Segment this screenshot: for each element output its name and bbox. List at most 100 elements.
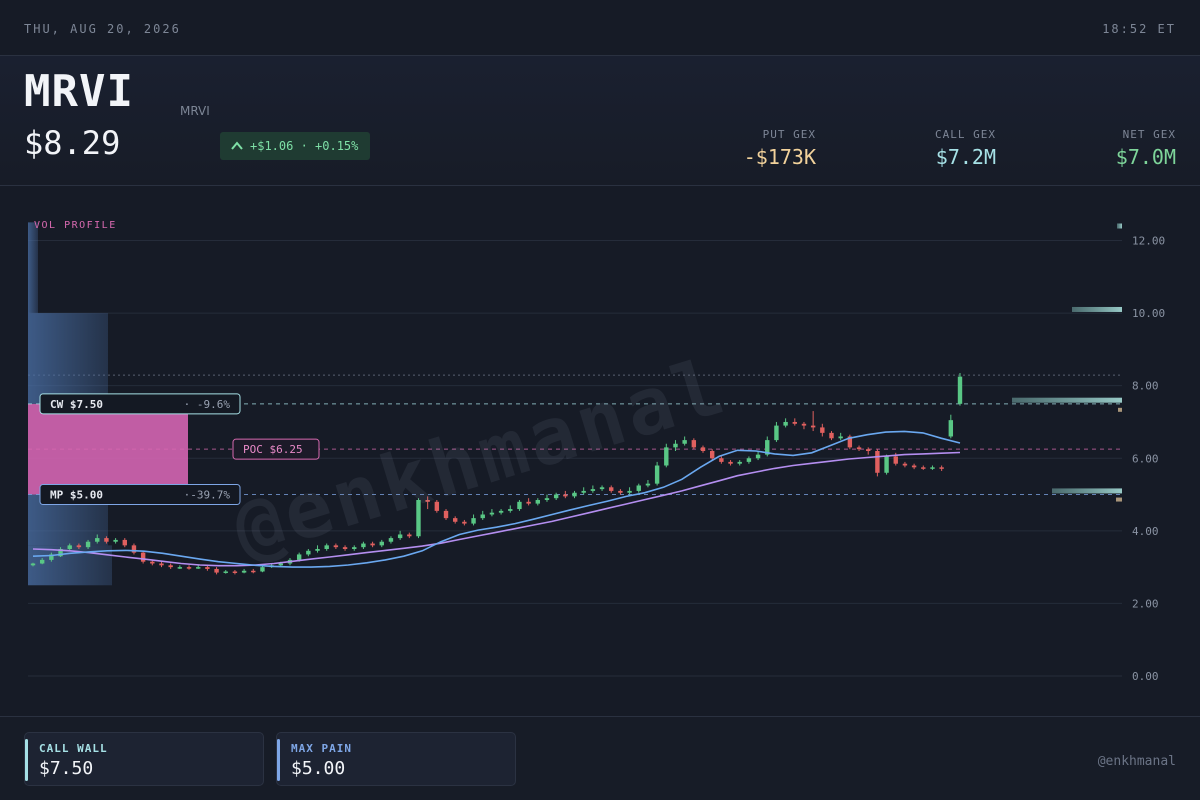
- net-gex-stat: NET GEX $7.0M: [1116, 128, 1176, 169]
- ticker-symbol: MRVI: [24, 66, 134, 117]
- candle: [838, 436, 843, 439]
- y-tick-label: 0.00: [1132, 670, 1159, 683]
- candle: [544, 498, 550, 500]
- poc-tag-text: POC $6.25: [243, 443, 303, 456]
- candle: [196, 567, 201, 569]
- candle: [728, 461, 733, 464]
- candle: [553, 494, 559, 499]
- candle: [884, 456, 889, 473]
- call-wall-value: $7.50: [39, 758, 94, 779]
- candle: [370, 543, 375, 546]
- max-pain-card: MAX PAIN $5.00: [276, 732, 516, 786]
- candle: [489, 512, 495, 515]
- candle: [95, 538, 100, 542]
- candle: [930, 467, 935, 469]
- candle: [104, 538, 109, 542]
- call-wall-tag-text: CW $7.50: [50, 398, 103, 411]
- candle: [232, 571, 238, 573]
- candle: [664, 447, 669, 466]
- put-gex-value: -$173K: [743, 145, 816, 169]
- gex-bar: [1012, 397, 1122, 403]
- candle: [76, 545, 82, 548]
- candle: [957, 376, 963, 404]
- candle: [361, 543, 366, 548]
- call-wall-label: CALL WALL: [39, 742, 108, 755]
- candle: [645, 483, 651, 486]
- candle: [572, 492, 577, 497]
- candle: [774, 425, 779, 441]
- vol-profile-title: VOL PROFILE: [34, 220, 117, 231]
- candle: [783, 421, 788, 426]
- candle: [379, 541, 384, 546]
- candle: [654, 465, 660, 484]
- candle: [581, 490, 586, 493]
- time-label: 18:52 ET: [1102, 22, 1176, 36]
- y-tick-label: 10.00: [1132, 307, 1165, 320]
- candle: [214, 568, 219, 573]
- call-wall-accent: [25, 739, 28, 781]
- y-tick-label: 2.00: [1132, 597, 1159, 610]
- gex-bar: [1072, 306, 1122, 312]
- candle: [177, 567, 183, 569]
- candle: [590, 489, 596, 491]
- max-pain-tag-text: MP $5.00: [50, 489, 103, 502]
- max-pain-tag: MP $5.00 ·-39.7%: [39, 484, 241, 506]
- max-pain-accent: [277, 739, 280, 781]
- net-gex-label: NET GEX: [1122, 128, 1176, 141]
- candle: [875, 451, 880, 473]
- call-wall-card: CALL WALL $7.50: [24, 732, 264, 786]
- candle: [902, 463, 908, 466]
- price-chart[interactable]: VOL PROFILE @enkhmanal 0.00 2.00 4.00 6.00 8…: [0, 186, 1200, 716]
- candle: [39, 559, 45, 564]
- candle: [140, 552, 146, 562]
- candle: [159, 563, 164, 566]
- candle: [471, 518, 476, 524]
- put-gex-label: PUT GEX: [762, 128, 816, 141]
- candle: [829, 432, 834, 439]
- candle: [700, 447, 706, 451]
- y-tick-label: 8.00: [1132, 380, 1159, 393]
- candle: [223, 571, 228, 573]
- call-gex-value: $7.2M: [935, 145, 996, 169]
- candle: [801, 423, 807, 426]
- candle: [948, 420, 954, 437]
- candle: [755, 454, 761, 459]
- candle: [498, 510, 504, 513]
- candle: [820, 427, 825, 433]
- candle: [85, 541, 91, 548]
- poc-tag: POC $6.25: [232, 438, 320, 460]
- candle: [352, 547, 357, 549]
- candle: [599, 487, 605, 490]
- candle: [67, 545, 72, 549]
- candle: [526, 501, 531, 504]
- y-tick-label: 6.00: [1132, 452, 1159, 465]
- candle: [30, 563, 36, 566]
- vol-profile-bar: [28, 313, 108, 404]
- candle: [563, 494, 568, 497]
- candle: [627, 490, 632, 493]
- chevron-up-icon: [231, 141, 243, 150]
- candle: [609, 487, 614, 491]
- candle: [150, 561, 155, 564]
- call-wall-tag-pct: · -9.6%: [184, 398, 231, 411]
- candle: [535, 499, 541, 504]
- put-gex-stat: PUT GEX -$173K: [744, 128, 816, 169]
- top-bar: THU, AUG 20, 2026 18:52 ET: [0, 0, 1200, 56]
- candle: [452, 518, 458, 522]
- candle: [397, 534, 403, 539]
- call-gex-label: CALL GEX: [935, 128, 996, 141]
- company-name: MRVI: [180, 104, 210, 118]
- date-label: THU, AUG 20, 2026: [24, 22, 181, 36]
- candle: [517, 501, 522, 510]
- max-pain-label: MAX PAIN: [291, 742, 352, 755]
- candle: [939, 467, 944, 469]
- candle: [462, 521, 467, 524]
- max-pain-value: $5.00: [291, 758, 346, 779]
- candle: [113, 539, 118, 542]
- candle: [241, 570, 247, 573]
- gex-bar: [1052, 488, 1122, 494]
- candle: [893, 456, 898, 464]
- candle: [921, 467, 926, 469]
- candle: [407, 534, 412, 537]
- candle: [480, 514, 485, 519]
